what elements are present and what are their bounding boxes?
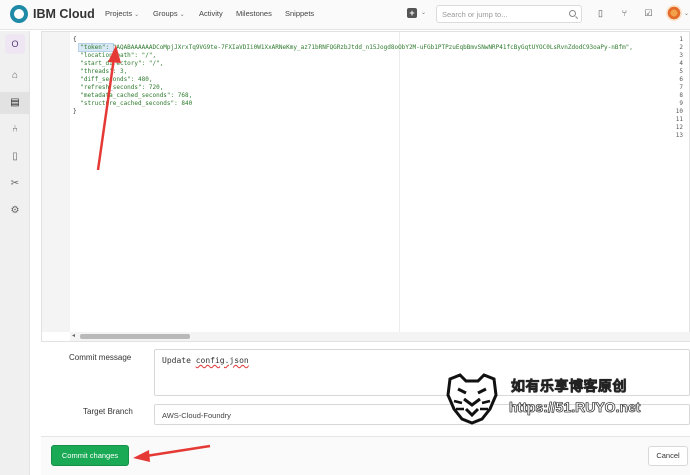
merge-request-icon[interactable]: ⑂ (619, 8, 630, 19)
todo-check-icon[interactable]: ☑ (643, 8, 654, 19)
target-branch-label: Target Branch (83, 407, 133, 416)
issues-icon[interactable]: ▯ (9, 151, 21, 163)
scroll-left-icon[interactable]: ◂ (72, 332, 75, 339)
line-number: 8 (679, 92, 683, 99)
settings-icon[interactable]: ⚙ (9, 205, 21, 217)
new-item-plus-icon[interactable]: + (407, 8, 417, 18)
project-avatar[interactable]: O (5, 34, 25, 54)
code-line: "metadata_cached_seconds": 768, (73, 92, 193, 99)
code-line: "token": "AQABAAAAAADCoMpjJXrxTq9VG9te-7… (73, 44, 633, 51)
chevron-down-icon[interactable]: ⌄ (684, 10, 689, 17)
line-number: 3 (679, 52, 683, 59)
top-navbar (0, 0, 690, 30)
brand-name[interactable]: IBM Cloud (33, 7, 95, 21)
code-line: "threads": 3, (73, 68, 128, 75)
code-line: { (73, 36, 77, 43)
nav-milestones[interactable]: Milestones (236, 9, 272, 18)
line-number: 11 (675, 116, 683, 123)
horizontal-scrollbar[interactable]: ◂ (70, 332, 690, 341)
user-avatar[interactable] (666, 5, 682, 21)
line-number-gutter (42, 32, 70, 332)
commit-message-label: Commit message (69, 353, 132, 362)
chevron-down-icon: ⌄ (179, 12, 185, 18)
watermark-url: https://51.RUYO.net (509, 399, 641, 416)
form-actions (41, 436, 690, 475)
target-branch-value: AWS-Cloud-Foundry (162, 411, 231, 420)
chevron-down-icon[interactable]: ⌄ (421, 9, 426, 16)
nav-activity[interactable]: Activity (199, 9, 223, 18)
code-line: "refresh_seconds": 720, (73, 84, 164, 91)
commit-message-value: Update config.json (162, 356, 249, 365)
watermark-title: 如有乐享博客原创 (511, 378, 627, 395)
line-number: 1 (679, 36, 683, 43)
commit-changes-button[interactable]: Commit changes (51, 445, 129, 466)
line-number: 6 (679, 76, 683, 83)
line-number: 12 (675, 124, 683, 131)
code-line: "location_path": "/", (73, 52, 157, 59)
print-margin (399, 32, 400, 332)
search-placeholder: Search or jump to... (442, 10, 508, 19)
sidebar-toggle-icon[interactable]: ▯ (595, 8, 606, 19)
merge-request-icon[interactable]: ⑃ (9, 124, 21, 136)
file-icon[interactable]: ▤ (9, 97, 21, 109)
home-icon[interactable]: ⌂ (9, 70, 21, 82)
code-line: "diff_seconds": 480, (73, 76, 153, 83)
line-number: 9 (679, 100, 683, 107)
line-number: 7 (679, 84, 683, 91)
line-number: 10 (675, 108, 683, 115)
tiger-watermark-logo-icon (446, 373, 498, 425)
scrollbar-thumb[interactable] (80, 334, 190, 339)
brand-logo-icon[interactable] (10, 5, 28, 23)
code-line: "structure_cached_seconds": 840 (73, 100, 193, 107)
cancel-button[interactable]: Cancel (648, 446, 688, 466)
line-number: 13 (675, 132, 683, 139)
code-line: "start_directory": "/", (73, 60, 164, 67)
line-number: 5 (679, 68, 683, 75)
nav-projects[interactable]: Projects ⌄ (105, 9, 139, 18)
nav-snippets[interactable]: Snippets (285, 9, 314, 18)
code-editor[interactable]: 1 2 3 4 5 6 7 8 9 10 11 12 13 { "token":… (41, 31, 690, 342)
code-line: } (73, 108, 77, 115)
line-number: 4 (679, 60, 683, 67)
nav-groups[interactable]: Groups ⌄ (153, 9, 185, 18)
search-input[interactable]: Search or jump to... (436, 5, 582, 23)
line-number: 2 (679, 44, 683, 51)
chevron-down-icon: ⌄ (134, 12, 140, 18)
scissors-icon[interactable]: ✂ (9, 178, 21, 190)
search-icon (569, 10, 576, 17)
